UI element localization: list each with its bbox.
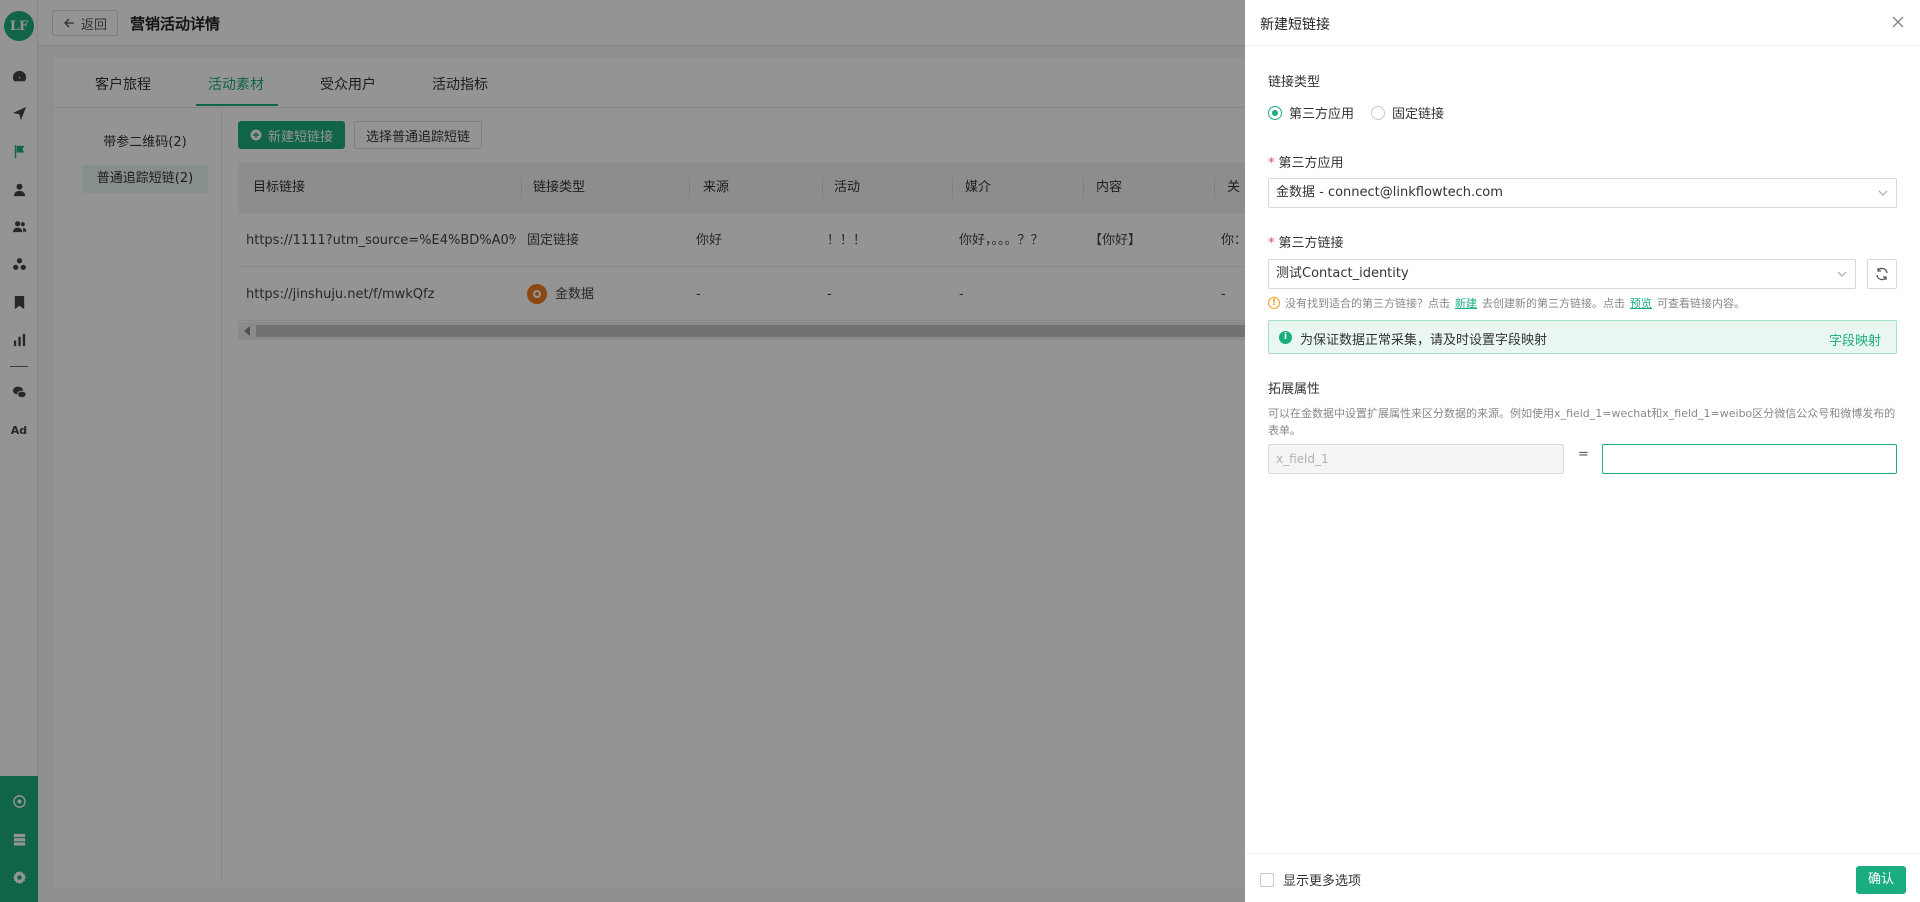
radio-dot[interactable] [1371, 105, 1385, 120]
required-mark: * [1268, 156, 1275, 171]
extension-attributes-label: 拓展属性 [1268, 382, 1321, 397]
field-mapping-link[interactable]: 字段映射 [1829, 330, 1881, 349]
warning-icon: ! [1268, 297, 1280, 309]
third-party-link-select[interactable]: 测试Contact_identity [1268, 259, 1856, 289]
equals-sign: = [1578, 447, 1589, 462]
show-more-options-checkbox[interactable]: 显示更多选项 [1260, 870, 1361, 889]
radio-fixed-label: 固定链接 [1392, 107, 1445, 122]
drawer-title: 新建短链接 [1260, 17, 1330, 33]
show-more-options-label: 显示更多选项 [1283, 874, 1362, 889]
create-link[interactable]: 新建 [1455, 295, 1477, 311]
info-icon: i [1279, 331, 1292, 344]
no-link-hint: ! 没有找到适合的第三方链接？点击 新建 去创建新的第三方链接。点击 预览 可查… [1268, 295, 1745, 311]
refresh-button[interactable] [1867, 259, 1897, 289]
drawer-header: 新建短链接 [1245, 0, 1920, 46]
refresh-icon [1876, 267, 1888, 281]
third-party-app-label: * 第三方应用 [1268, 152, 1344, 171]
hint-suffix: 可查看链接内容。 [1657, 297, 1745, 310]
third-party-link-label-text: 第三方链接 [1278, 236, 1344, 251]
radio-third-party-label: 第三方应用 [1289, 107, 1355, 122]
third-party-link-value: 测试Contact_identity [1276, 266, 1409, 281]
hint-prefix: 没有找到适合的第三方链接？点击 [1285, 297, 1450, 310]
extension-attributes-description: 可以在金数据中设置扩展属性来区分数据的来源。例如使用x_field_1=wech… [1268, 407, 1896, 437]
preview-link[interactable]: 预览 [1630, 295, 1652, 311]
ext-value-input[interactable] [1602, 444, 1897, 474]
drawer-footer: 显示更多选项 确认 [1245, 853, 1920, 902]
alert-message: 为保证数据正常采集，请及时设置字段映射 [1300, 333, 1548, 348]
field-mapping-alert: i 为保证数据正常采集，请及时设置字段映射 字段映射 [1268, 320, 1897, 354]
third-party-app-select[interactable]: 金数据 - connect@linkflowtech.com [1268, 178, 1897, 208]
radio-third-party-app[interactable]: 第三方应用 [1268, 103, 1354, 122]
checkbox-box[interactable] [1260, 872, 1274, 887]
radio-fixed-link[interactable]: 固定链接 [1371, 103, 1444, 122]
close-icon[interactable] [1890, 14, 1906, 30]
new-short-link-drawer: 新建短链接 链接类型 第三方应用 固定链接 * 第三方应用 金数据 - conne… [1245, 0, 1920, 902]
third-party-app-label-text: 第三方应用 [1278, 156, 1344, 171]
hint-middle: 去创建新的第三方链接。点击 [1482, 297, 1625, 310]
chevron-down-icon [1878, 190, 1888, 196]
third-party-app-value: 金数据 - connect@linkflowtech.com [1276, 185, 1503, 200]
third-party-link-label: * 第三方链接 [1268, 232, 1344, 251]
confirm-button[interactable]: 确认 [1855, 866, 1906, 894]
chevron-down-icon [1837, 271, 1847, 277]
ext-key-input: x_field_1 [1268, 444, 1564, 474]
link-type-label: 链接类型 [1268, 75, 1321, 90]
radio-dot-checked[interactable] [1268, 105, 1282, 120]
required-mark: * [1268, 236, 1275, 251]
